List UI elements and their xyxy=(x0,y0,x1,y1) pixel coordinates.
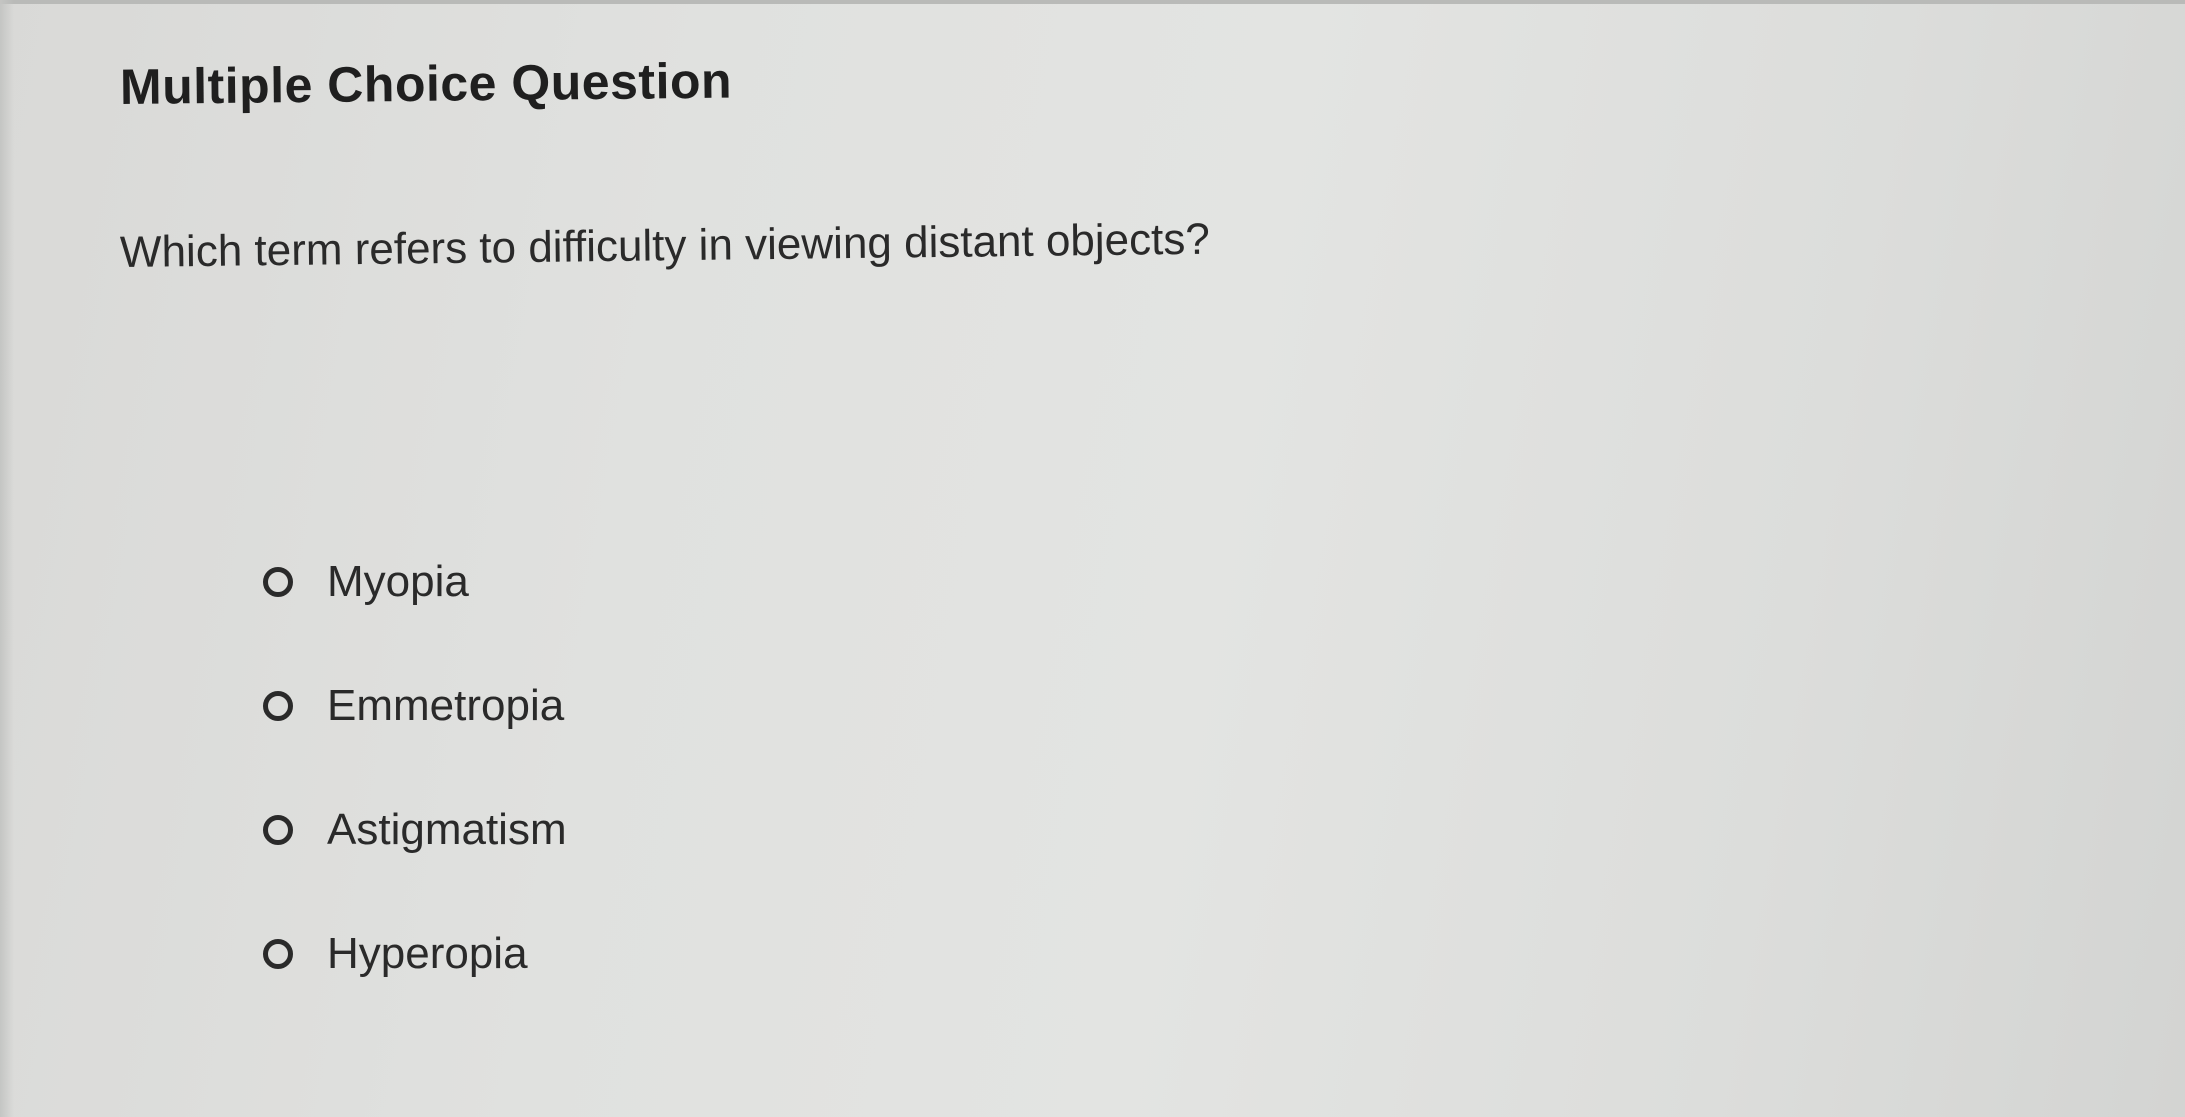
radio-button-icon[interactable] xyxy=(263,939,293,969)
answer-option-label: Myopia xyxy=(327,557,469,606)
question-card: Multiple Choice Question Which term refe… xyxy=(120,40,2020,1080)
radio-button-icon[interactable] xyxy=(263,691,293,721)
answer-option-label: Hyperopia xyxy=(327,929,528,978)
answer-options-list: Myopia Emmetropia Astigmatism Hyperopia xyxy=(263,520,567,1016)
answer-option-label: Astigmatism xyxy=(327,805,567,854)
answer-option-emmetropia[interactable]: Emmetropia xyxy=(263,644,567,768)
answer-option-hyperopia[interactable]: Hyperopia xyxy=(263,892,567,1016)
answer-option-myopia[interactable]: Myopia xyxy=(263,520,567,644)
top-edge-divider xyxy=(0,0,2185,4)
answer-option-astigmatism[interactable]: Astigmatism xyxy=(263,768,567,892)
left-edge-shade xyxy=(0,0,14,1117)
question-type-heading: Multiple Choice Question xyxy=(119,52,733,115)
question-prompt: Which term refers to difficulty in viewi… xyxy=(119,214,1211,277)
radio-button-icon[interactable] xyxy=(263,567,293,597)
radio-button-icon[interactable] xyxy=(263,815,293,845)
answer-option-label: Emmetropia xyxy=(327,681,565,730)
